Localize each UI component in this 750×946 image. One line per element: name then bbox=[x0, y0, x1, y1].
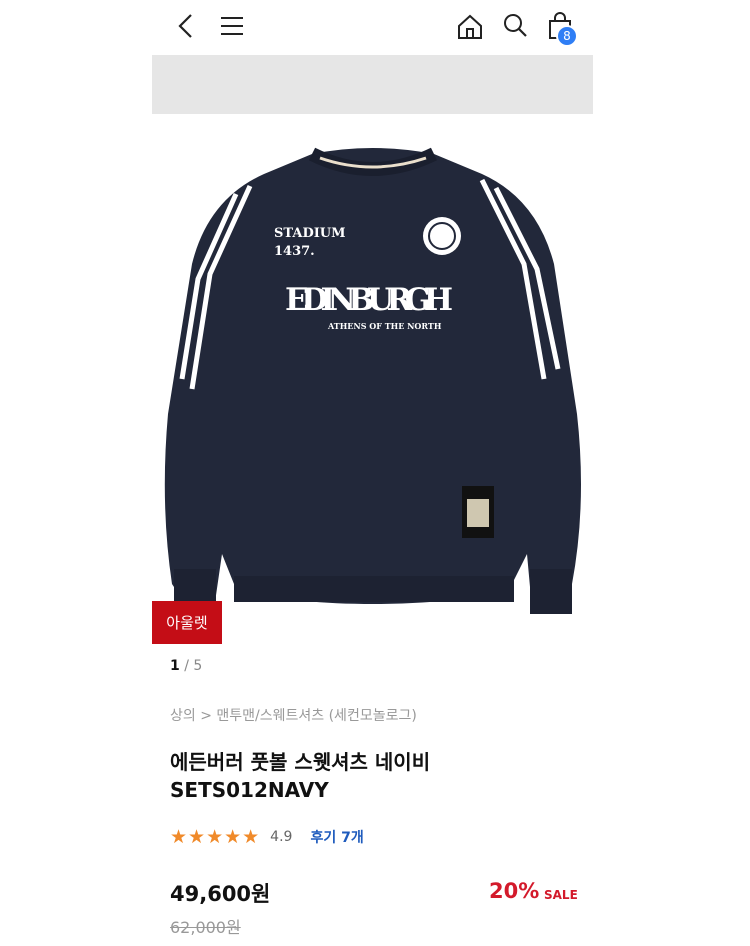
rating-value: 4.9 bbox=[270, 829, 293, 845]
pager-current: 1 bbox=[170, 658, 180, 674]
outlet-badge: 아울렛 bbox=[152, 601, 222, 644]
original-price: 62,000원 bbox=[170, 918, 241, 937]
chevron-left-icon[interactable] bbox=[172, 12, 200, 40]
print-1437: 1437. bbox=[274, 244, 315, 259]
home-icon[interactable] bbox=[455, 12, 485, 42]
rating-row: ★★★★★ 4.9 후기 7개 bbox=[170, 826, 364, 848]
product-image[interactable]: STADIUM 1437. EDINBURGH ATHENS OF THE NO… bbox=[152, 114, 593, 644]
cart-count-badge: 8 bbox=[556, 25, 578, 47]
sale-label: SALE bbox=[544, 888, 578, 902]
breadcrumb[interactable]: 상의 > 맨투맨/스웨트셔츠 (세컨모놀로그) bbox=[170, 705, 417, 725]
banner-placeholder[interactable] bbox=[152, 55, 593, 114]
top-bar: 8 bbox=[152, 0, 594, 52]
hamburger-icon[interactable] bbox=[218, 12, 246, 40]
image-pager: 1 / 5 bbox=[170, 658, 202, 674]
pager-total: 5 bbox=[193, 658, 203, 674]
pager-separator: / bbox=[184, 658, 189, 674]
star-rating-icon: ★★★★★ bbox=[170, 826, 261, 848]
search-icon[interactable] bbox=[500, 10, 530, 40]
discount-rate: 20% bbox=[489, 879, 540, 903]
product-code: SETS012NAVY bbox=[170, 778, 329, 802]
product-name: 에든버러 풋볼 스웻셔츠 네이비 bbox=[170, 750, 431, 774]
print-athens: ATHENS OF THE NORTH bbox=[327, 321, 442, 331]
print-stadium: STADIUM bbox=[274, 226, 346, 241]
current-price: 49,600원 bbox=[170, 882, 271, 906]
print-edinburgh: EDINBURGH bbox=[285, 282, 453, 318]
reviews-link[interactable]: 후기 7개 bbox=[310, 827, 363, 847]
